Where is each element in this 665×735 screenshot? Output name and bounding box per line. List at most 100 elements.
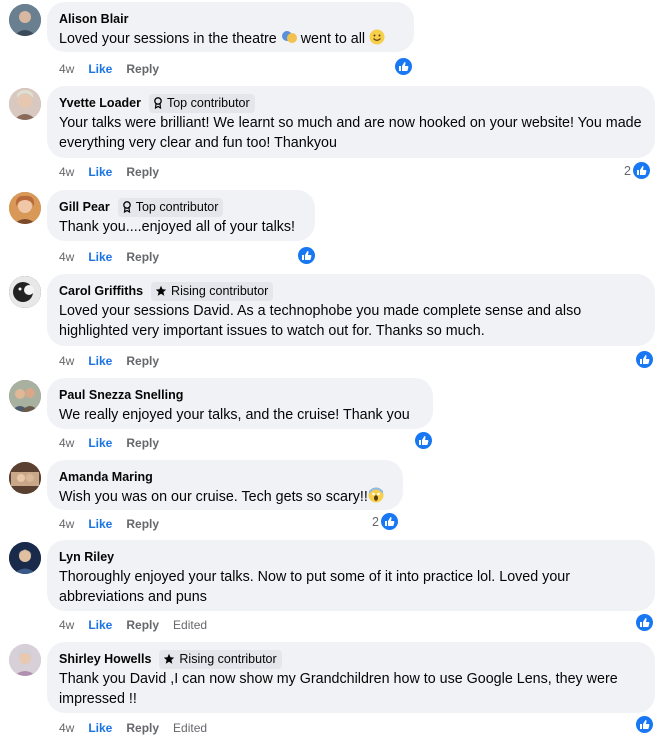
top-contributor-badge[interactable]: Top contributor <box>148 93 255 113</box>
comment-text: Thank you David ,I can now show my Grand… <box>59 671 618 707</box>
comment-text: Thoroughly enjoyed your talks. Now to pu… <box>59 569 570 605</box>
thumbs-up-icon <box>636 716 653 733</box>
smiley-emoji-icon <box>369 29 385 51</box>
reaction-count[interactable] <box>634 716 653 733</box>
reply-button[interactable]: Reply <box>126 517 159 531</box>
comment-actions: 4w Like Reply <box>59 517 173 531</box>
commenter-name[interactable]: Carol Griffiths <box>59 284 143 298</box>
commenter-name[interactable]: Amanda Maring <box>59 470 153 484</box>
avatar[interactable] <box>9 276 41 308</box>
reaction-count[interactable] <box>634 614 653 631</box>
theatre-masks-emoji-icon <box>281 29 297 51</box>
avatar-photo-icon <box>9 542 41 574</box>
avatar[interactable] <box>9 644 41 676</box>
comment-bubble: Amanda Maring Wish you was on our cruise… <box>47 460 403 510</box>
comment-age[interactable]: 4w <box>59 618 74 632</box>
comment-age[interactable]: 4w <box>59 250 74 264</box>
reaction-count[interactable]: 2 <box>624 162 650 179</box>
thumbs-up-icon <box>395 58 412 75</box>
rising-contributor-badge[interactable]: Rising contributor <box>151 281 274 301</box>
avatar[interactable] <box>9 4 41 36</box>
reaction-count[interactable] <box>393 58 412 75</box>
comment-text: Wish you was on our cruise. Tech gets so… <box>59 487 391 509</box>
avatar-photo-icon <box>9 276 41 308</box>
reply-button[interactable]: Reply <box>126 62 159 76</box>
reaction-count[interactable] <box>296 247 315 264</box>
like-button[interactable]: Like <box>88 436 112 450</box>
like-button[interactable]: Like <box>88 618 112 632</box>
ribbon-icon <box>122 201 131 213</box>
reaction-number: 2 <box>624 163 631 178</box>
reply-button[interactable]: Reply <box>126 354 159 368</box>
avatar[interactable] <box>9 380 41 412</box>
commenter-name[interactable]: Alison Blair <box>59 12 128 26</box>
badge-label: Top contributor <box>166 96 250 110</box>
comment-actions: 4w Like Reply <box>59 250 173 264</box>
comment-age[interactable]: 4w <box>59 165 74 179</box>
comment-actions: 4w Like Reply <box>59 165 173 179</box>
top-contributor-badge[interactable]: Top contributor <box>117 197 224 217</box>
rising-contributor-badge[interactable]: Rising contributor <box>159 649 282 669</box>
comment-actions: 4w Like Reply <box>59 436 173 450</box>
thumbs-up-icon <box>636 351 653 368</box>
avatar[interactable] <box>9 192 41 224</box>
avatar[interactable] <box>9 88 41 120</box>
thumbs-up-icon <box>632 162 650 179</box>
comment-bubble: Gill Pear Top contributor Thank you....e… <box>47 190 315 241</box>
comment-bubble: Lyn Riley Thoroughly enjoyed your talks.… <box>47 540 655 611</box>
star-icon <box>164 653 175 664</box>
like-button[interactable]: Like <box>88 165 112 179</box>
comment-age[interactable]: 4w <box>59 436 74 450</box>
reply-button[interactable]: Reply <box>126 436 159 450</box>
ribbon-icon <box>154 97 162 109</box>
thumbs-up-icon <box>636 614 653 631</box>
comment-actions: 4w Like Reply <box>59 354 173 368</box>
comment-age[interactable]: 4w <box>59 721 74 735</box>
badge-label: Rising contributor <box>179 652 277 666</box>
like-button[interactable]: Like <box>88 250 112 264</box>
reply-button[interactable]: Reply <box>126 618 159 632</box>
comment-text: Thank you....enjoyed all of your talks! <box>59 219 296 235</box>
reaction-count[interactable]: 2 <box>372 513 398 530</box>
comment-bubble: Shirley Howells Rising contributor Thank… <box>47 642 655 713</box>
avatar[interactable] <box>9 542 41 574</box>
badge-label: Top contributor <box>135 200 219 214</box>
thumbs-up-icon <box>415 432 432 449</box>
comment-bubble: Alison Blair Loved your sessions in the … <box>47 2 414 52</box>
avatar-photo-icon <box>9 88 41 120</box>
comment-age[interactable]: 4w <box>59 354 74 368</box>
thumbs-up-icon <box>380 513 398 530</box>
comment-text: Your talks were brilliant! We learnt so … <box>59 115 642 151</box>
reaction-count[interactable] <box>634 351 653 368</box>
comment-actions: 4w Like Reply Edited <box>59 721 221 735</box>
comment-age[interactable]: 4w <box>59 517 74 531</box>
comment-text: Loved your sessions in the theatre went … <box>59 29 402 51</box>
commenter-name[interactable]: Gill Pear <box>59 200 110 214</box>
like-button[interactable]: Like <box>88 354 112 368</box>
avatar[interactable] <box>9 462 41 494</box>
avatar-photo-icon <box>9 644 41 676</box>
star-icon <box>155 285 167 296</box>
comment-age[interactable]: 4w <box>59 62 74 76</box>
screaming-face-emoji-icon <box>368 487 384 509</box>
reply-button[interactable]: Reply <box>126 250 159 264</box>
avatar-photo-icon <box>9 192 41 224</box>
edited-label: Edited <box>173 618 208 632</box>
like-button[interactable]: Like <box>88 517 112 531</box>
comment-bubble: Carol Griffiths Rising contributor Loved… <box>47 274 655 346</box>
avatar-photo-icon <box>9 4 41 36</box>
reply-button[interactable]: Reply <box>126 721 159 735</box>
avatar-photo-icon <box>9 462 41 494</box>
edited-label: Edited <box>173 721 208 735</box>
badge-label: Rising contributor <box>171 284 269 298</box>
commenter-name[interactable]: Yvette Loader <box>59 96 141 110</box>
like-button[interactable]: Like <box>88 721 112 735</box>
comment-bubble: Paul Snezza Snelling We really enjoyed y… <box>47 378 433 429</box>
commenter-name[interactable]: Lyn Riley <box>59 550 114 564</box>
reply-button[interactable]: Reply <box>126 165 159 179</box>
commenter-name[interactable]: Shirley Howells <box>59 652 151 666</box>
thumbs-up-icon <box>298 247 315 264</box>
reaction-count[interactable] <box>413 432 432 449</box>
like-button[interactable]: Like <box>88 62 112 76</box>
commenter-name[interactable]: Paul Snezza Snelling <box>59 388 183 402</box>
